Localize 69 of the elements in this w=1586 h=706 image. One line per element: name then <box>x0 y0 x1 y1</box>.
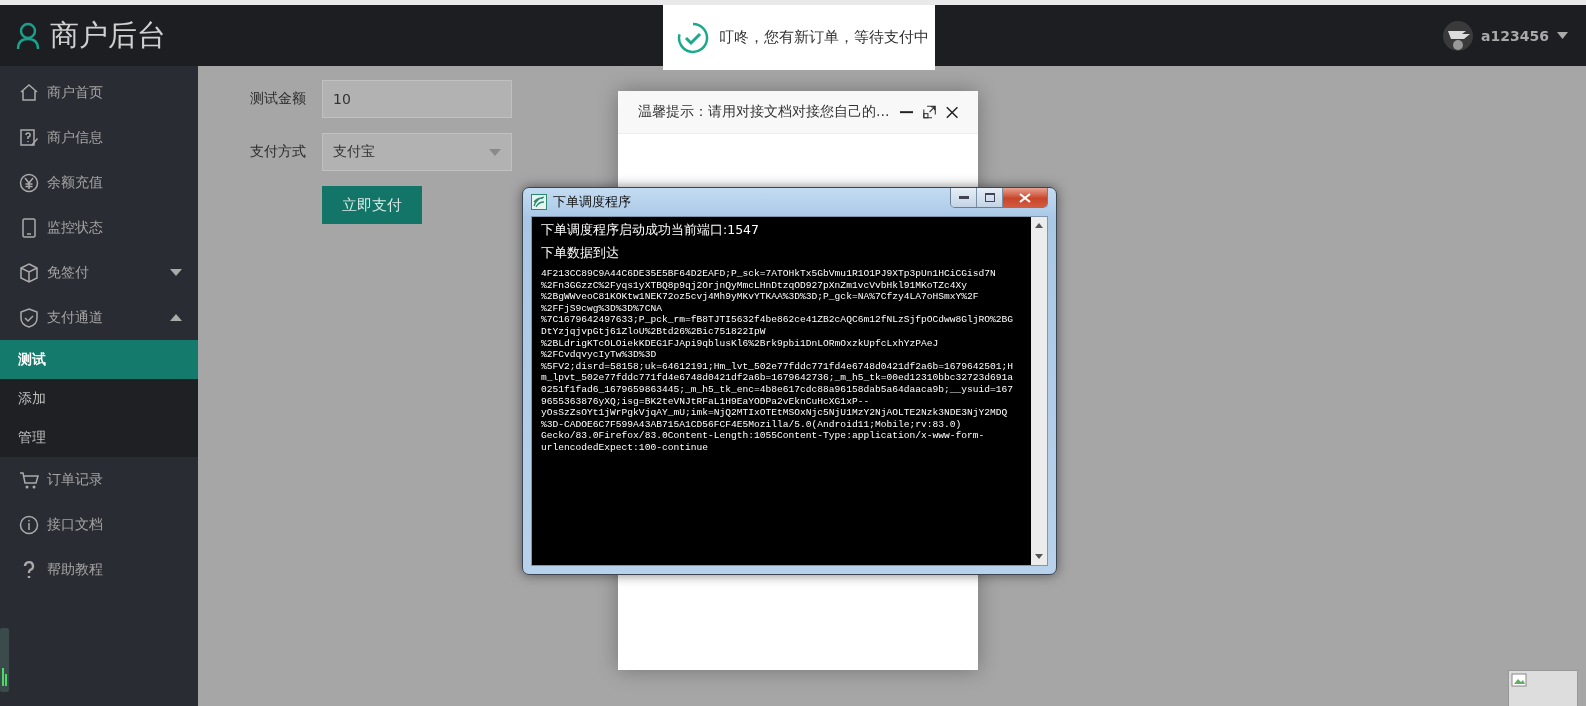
edit-document-icon <box>19 127 39 148</box>
console-line: %2FFjS9cwg%3D%3D%7CNA <box>541 302 663 315</box>
minimize-button[interactable] <box>951 188 977 207</box>
console-line: 0251f1fad6_1679659863445;_m_h5_tk_enc=4b8e617cdc88a96158dab5a64daaca9b;__ysuid=167 <box>541 383 1015 396</box>
sidebar-subitem[interactable]: 测试 <box>0 340 198 379</box>
check-circle-icon <box>677 21 709 54</box>
console-line: %2Fn3GGzzC%2Fyqs1yXTBQ8p9qj2OrjnQyMmcLHnDtzqOD927pXnZm1vcVvbHkl91MKoTZc4Xy <box>541 279 969 292</box>
sidebar-subitem[interactable]: 添加 <box>0 379 198 418</box>
cube-icon <box>19 262 39 283</box>
caret-icon <box>170 314 182 321</box>
pay-button[interactable]: 立即支付 <box>322 186 422 224</box>
caret-icon <box>170 269 182 276</box>
sidebar-item[interactable]: 商户首页 <box>0 70 198 115</box>
close-button[interactable] <box>1003 188 1047 207</box>
sidebar-item[interactable]: 接口文档 <box>0 502 198 547</box>
caret-icon <box>1557 32 1568 39</box>
console-line: Gecko/83.0Firefox/83.0Content-Length:1055Content-Type:application/x-www-form- <box>541 430 986 442</box>
window-title: 下单调度程序 <box>553 193 632 211</box>
select-field[interactable]: 支付宝 <box>322 133 512 171</box>
phone-icon <box>19 217 39 238</box>
info-circle-icon <box>19 514 39 535</box>
sidebar-item[interactable]: 订单记录 <box>0 457 198 502</box>
field-label: 测试金额 <box>250 90 306 108</box>
maximize-icon[interactable] <box>922 104 936 120</box>
scrollbar[interactable] <box>1031 217 1047 565</box>
console-line: %2BLdrigKTcOLOiekKDEG1FJApi9qblusKl6%2Brk9pbi1DnLORmOxzkUpfcLxhYzPAeJ <box>541 337 940 350</box>
console-line: yOsSzZsOYt1jWrPgkVjqAY_mU;imk=NjQ2MTIxOTEtMSOxNjc5NjU1MzY2NjAOLTE2Nzk3NDE3NjY2MDQ <box>541 407 1009 419</box>
sidebar-item[interactable]: 免签付 <box>0 250 198 295</box>
console-line: %2BgWWveoC81KOKtw1NEK72oz5cvj4Mh9yMKvYTKAA%3D%3D;P_gck=NA%7Cfzy4LA7oHSmxY%2F <box>541 291 980 303</box>
scroll-down-icon[interactable] <box>1035 554 1043 559</box>
sidebar-item[interactable]: 余额充值 <box>0 160 198 205</box>
console-message: 下单数据到达 <box>541 245 620 260</box>
app-icon <box>531 194 547 210</box>
user-icon <box>16 21 40 50</box>
close-icon <box>1019 192 1031 203</box>
console-line: %5FV2;disrd=58158;uk=64612191;Hm_lvt_502e77fddc771fd4e6748d0421df2a6b=1679642501;H <box>541 360 1015 373</box>
yen-circle-icon <box>19 172 39 193</box>
console-line: urlencodedExpect:100-continue <box>541 441 709 454</box>
sidebar-subitem[interactable]: 管理 <box>0 418 198 457</box>
field-label: 支付方式 <box>250 143 306 161</box>
console-line: 4F213CC89C9A44C6DE35E5BF64D2EAFD;P_sck=7ATOHkTx5GbVmu1R1O1PJ9XTp3pUn1HCiCGisd7N <box>541 268 997 280</box>
console-line: %2FCvdqvycIyTw%3D%3D <box>541 349 658 361</box>
avatar-icon <box>1443 20 1474 51</box>
input-field[interactable]: 10 <box>322 80 512 118</box>
sidebar-item[interactable]: 帮助教程 <box>0 547 198 592</box>
broken-image-icon <box>1508 670 1578 706</box>
minimize-icon <box>958 195 969 200</box>
scroll-up-icon[interactable] <box>1035 223 1043 228</box>
console-line: %7C1679642497633;P_pck_rm=fB8TJTI5632f4be862ce41ZB2cAQC6m12fNLzSjfpOCdww8GljRO%2BG <box>541 314 1015 326</box>
console-line: DtYzjqjvpGtj61ZloU%2Btd26%2Bic751822IpW <box>541 325 767 338</box>
home-icon <box>19 82 39 103</box>
sidebar-item[interactable]: 商户信息 <box>0 115 198 160</box>
widget-icon <box>0 628 9 692</box>
sidebar-item[interactable]: 支付通道 <box>0 295 198 340</box>
caret-icon <box>489 148 501 156</box>
app-title: 商户后台 <box>50 16 166 54</box>
sidebar-item[interactable]: 监控状态 <box>0 205 198 250</box>
close-icon[interactable] <box>945 104 958 120</box>
shield-check-icon <box>19 307 39 328</box>
toast-message: 叮咚，您有新订单，等待支付中 <box>719 28 929 47</box>
user-menu[interactable]: a123456 <box>1439 16 1572 55</box>
console-line: m_lpvt_502e77fddc771fd4e6748d0421df2a6b=1679642736;_m_h5_tk=00ed12310bbc32723d691a <box>541 372 1015 384</box>
dialog-title: 温馨提示：请用对接文档对接您自己的… <box>638 103 890 121</box>
console-line: 9655363876yXQ;isg=BK2teVNJtRFaL1H9EaYODPa2vEknCuHcXG1xP-- <box>541 395 871 408</box>
maximize-button[interactable] <box>977 188 1003 207</box>
maximize-icon <box>984 193 995 202</box>
console-line: %3D-CADOE6C7F599A43AB715A1CD56FCF4E5Mozilla/5.0(Android11;Mobile;rv:83.0) <box>541 418 963 431</box>
cart-icon <box>19 469 39 490</box>
console-message: 下单调度程序启动成功当前端口:1547 <box>541 222 761 237</box>
